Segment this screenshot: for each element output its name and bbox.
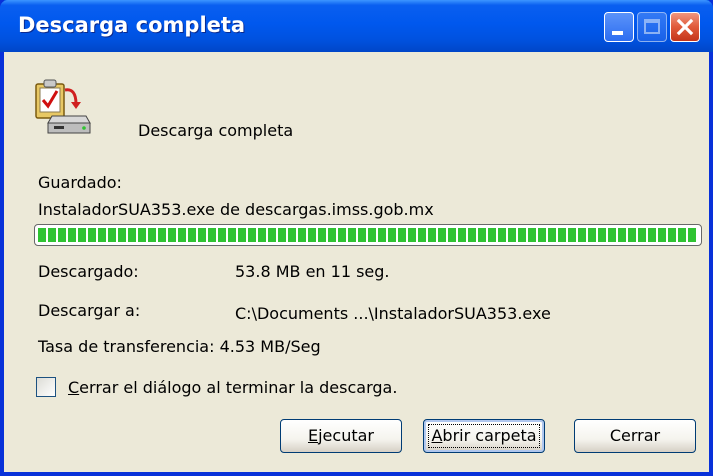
progress-fill [38, 228, 698, 242]
saved-label: Guardado: [38, 173, 122, 192]
download-progress-bar [34, 224, 702, 246]
saved-file-source: InstaladorSUA353.exe de descargas.imss.g… [38, 200, 434, 219]
dialog-body: Descarga completa Guardado: InstaladorSU… [4, 52, 709, 472]
downloaded-value: 53.8 MB en 11 seg. [235, 262, 390, 281]
close-on-finish-label[interactable]: Cerrar el diálogo al terminar la descarg… [68, 378, 397, 397]
close-button[interactable]: Cerrar [574, 419, 696, 453]
close-button-label: Cerrar [609, 426, 661, 445]
download-complete-dialog: Descarga completa Descarga completa Guar… [0, 0, 713, 476]
run-button[interactable]: Ejecutar [280, 419, 402, 453]
download-to-path: C:\Documents ...\InstaladorSUA353.exe [235, 304, 551, 323]
window-title: Descarga completa [18, 13, 246, 37]
run-button-label: jecutar [318, 426, 374, 445]
focus-ring [428, 424, 540, 448]
close-window-button[interactable] [670, 12, 700, 42]
close-on-finish-mnemonic: C [68, 378, 80, 397]
title-bar[interactable]: Descarga completa [0, 0, 713, 52]
minimize-button[interactable] [604, 12, 634, 42]
maximize-button [637, 12, 667, 42]
status-heading: Descarga completa [138, 121, 294, 140]
download-to-label: Descargar a: [38, 301, 141, 320]
close-on-finish-label-text: errar el diálogo al terminar la descarga… [79, 378, 398, 397]
run-button-mnemonic: E [308, 426, 319, 445]
download-clipboard-icon [35, 79, 91, 134]
open-folder-button[interactable]: Abrir carpeta [423, 419, 545, 453]
downloaded-label: Descargado: [38, 262, 139, 281]
close-icon [676, 18, 694, 36]
transfer-rate: Tasa de transferencia: 4.53 MB/Seg [38, 337, 321, 356]
close-on-finish-checkbox[interactable] [36, 377, 56, 397]
